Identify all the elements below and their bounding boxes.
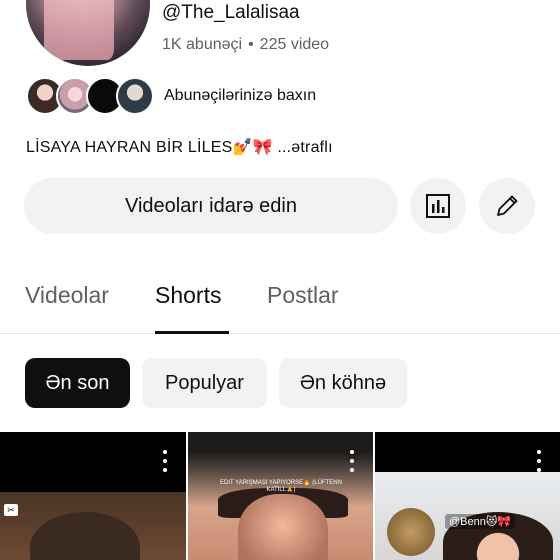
manage-videos-button[interactable]: Videoları idarə edin <box>24 178 398 234</box>
short-overlay-text: @Benn😻🎀 <box>445 514 516 529</box>
short-thumbnail[interactable]: EDIT YARIŞMASI YAPIYORSE🔥 (LÜFTENN KATIL… <box>188 432 373 560</box>
more-options-icon[interactable] <box>349 450 355 472</box>
filter-popular-chip[interactable]: Populyar <box>142 358 267 408</box>
analytics-button[interactable] <box>410 178 466 234</box>
avatar-image <box>44 0 114 60</box>
subscriber-count: 1K abunəçi <box>162 36 243 53</box>
short-thumbnail[interactable]: ✂ <box>0 432 186 560</box>
capcut-icon: ✂ <box>4 504 18 516</box>
channel-handle: @The_Lalalisaa <box>162 2 300 23</box>
channel-tabs: Videolar Shorts Postlar <box>0 262 560 334</box>
channel-bio[interactable]: LİSAYA HAYRAN BİR LİLES💅🎀 ...ətraflı <box>26 137 333 157</box>
channel-stats: 1K abunəçi • 225 video <box>162 36 329 54</box>
short-thumbnail[interactable]: @Benn😻🎀 <box>375 432 560 560</box>
bio-more-link[interactable]: ...ətraflı <box>277 139 332 156</box>
more-options-icon[interactable] <box>536 450 542 472</box>
tab-posts[interactable]: Postlar <box>267 282 339 309</box>
analytics-icon <box>426 194 450 218</box>
view-subscribers-link[interactable]: Abunəçilərinizə baxın <box>164 87 316 105</box>
channel-avatar: ✦ <box>26 0 150 66</box>
tab-shorts[interactable]: Shorts <box>155 282 221 309</box>
separator-dot: • <box>248 36 254 53</box>
subscribers-preview[interactable]: Abunəçilərinizə baxın <box>26 76 316 116</box>
more-options-icon[interactable] <box>162 450 168 472</box>
thumbnail-image <box>30 512 140 560</box>
active-tab-indicator <box>155 331 229 334</box>
subscriber-avatar <box>116 77 154 115</box>
pencil-icon <box>497 195 518 216</box>
video-count: 225 video <box>259 36 330 53</box>
filter-oldest-chip[interactable]: Ən köhnə <box>279 358 407 408</box>
edit-channel-button[interactable] <box>479 178 535 234</box>
bio-text: LİSAYA HAYRAN BİR LİLES💅🎀 <box>26 139 273 156</box>
tab-videos[interactable]: Videolar <box>25 282 109 309</box>
filter-latest-chip[interactable]: Ən son <box>25 358 130 408</box>
thumbnail-image <box>387 508 435 556</box>
thumbnail-image <box>238 494 328 560</box>
short-overlay-text: EDIT YARIŞMASI YAPIYORSE🔥 (LÜFTENN KATIL… <box>220 480 342 493</box>
